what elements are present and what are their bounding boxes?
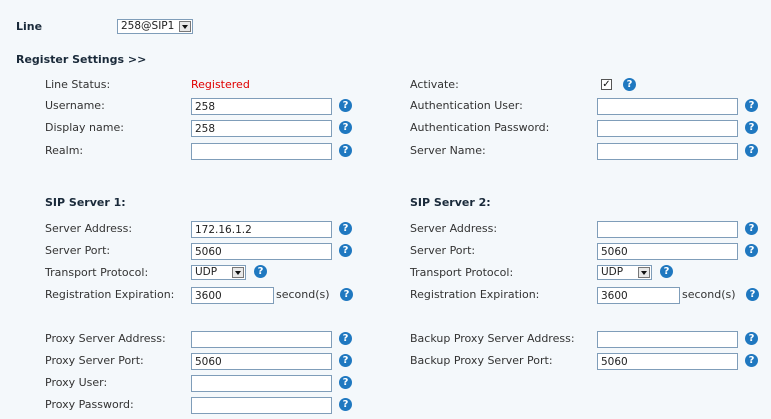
auth-password-label: Authentication Password:: [410, 121, 550, 134]
help-icon[interactable]: ?: [745, 121, 758, 134]
help-icon[interactable]: ?: [745, 244, 758, 257]
help-icon[interactable]: ?: [623, 78, 636, 91]
sip1-server-address-input[interactable]: [191, 221, 332, 238]
sip1-expiration-input[interactable]: [191, 287, 274, 304]
line-label: Line: [16, 20, 43, 33]
help-icon[interactable]: ?: [745, 222, 758, 235]
auth-user-label: Authentication User:: [410, 99, 523, 112]
proxy-address-label: Proxy Server Address:: [45, 332, 166, 345]
line-select-value: 258@SIP1: [121, 20, 175, 32]
sip1-server-port-label: Server Port:: [45, 244, 111, 257]
help-icon[interactable]: ?: [339, 99, 352, 112]
sip1-heading: SIP Server 1:: [45, 196, 126, 209]
register-settings-heading[interactable]: Register Settings >>: [16, 53, 146, 67]
sip2-expiration-label: Registration Expiration:: [410, 288, 540, 301]
help-icon[interactable]: ?: [340, 288, 353, 301]
help-icon[interactable]: ?: [339, 376, 352, 389]
help-icon[interactable]: ?: [746, 288, 759, 301]
realm-label: Realm:: [45, 144, 84, 157]
help-icon[interactable]: ?: [339, 121, 352, 134]
sip1-transport-select[interactable]: UDP: [191, 265, 246, 280]
sip2-expiration-unit: second(s): [682, 288, 736, 301]
help-icon[interactable]: ?: [745, 99, 758, 112]
auth-password-input[interactable]: [597, 120, 738, 137]
activate-checkbox[interactable]: ✓: [601, 79, 612, 90]
proxy-port-input[interactable]: [191, 353, 332, 370]
proxy-password-input[interactable]: [191, 397, 332, 414]
proxy-port-label: Proxy Server Port:: [45, 354, 144, 367]
help-icon[interactable]: ?: [745, 332, 758, 345]
proxy-password-label: Proxy Password:: [45, 398, 134, 411]
sip2-transport-label: Transport Protocol:: [410, 266, 514, 279]
proxy-address-input[interactable]: [191, 331, 332, 348]
line-select[interactable]: 258@SIP1: [117, 19, 193, 34]
sip1-transport-value: UDP: [195, 266, 218, 278]
sip2-heading: SIP Server 2:: [410, 196, 491, 209]
username-label: Username:: [45, 99, 105, 112]
realm-input[interactable]: [191, 143, 332, 160]
sip1-expiration-label: Registration Expiration:: [45, 288, 175, 301]
sip1-server-address-label: Server Address:: [45, 222, 133, 235]
help-icon[interactable]: ?: [339, 354, 352, 367]
sip2-transport-select[interactable]: UDP: [597, 265, 652, 280]
chevron-down-icon[interactable]: [638, 267, 650, 278]
help-icon[interactable]: ?: [339, 144, 352, 157]
sip1-server-port-input[interactable]: [191, 243, 332, 260]
server-name-input[interactable]: [597, 143, 738, 160]
display-name-input[interactable]: [191, 120, 332, 137]
help-icon[interactable]: ?: [339, 398, 352, 411]
proxy-user-label: Proxy User:: [45, 376, 108, 389]
backup-proxy-address-input[interactable]: [597, 331, 738, 348]
backup-proxy-port-input[interactable]: [597, 353, 738, 370]
sip1-transport-label: Transport Protocol:: [45, 266, 149, 279]
sip1-expiration-unit: second(s): [276, 288, 330, 301]
username-input[interactable]: [191, 98, 332, 115]
help-icon[interactable]: ?: [660, 265, 673, 278]
display-name-label: Display name:: [45, 121, 124, 134]
sip2-server-port-label: Server Port:: [410, 244, 476, 257]
sip2-server-address-label: Server Address:: [410, 222, 498, 235]
line-status-label: Line Status:: [45, 78, 111, 91]
chevron-down-icon[interactable]: [232, 267, 244, 278]
sip2-server-address-input[interactable]: [597, 221, 738, 238]
help-icon[interactable]: ?: [339, 244, 352, 257]
help-icon[interactable]: ?: [339, 332, 352, 345]
help-icon[interactable]: ?: [339, 222, 352, 235]
chevron-down-icon[interactable]: [179, 21, 191, 32]
auth-user-input[interactable]: [597, 98, 738, 115]
help-icon[interactable]: ?: [254, 265, 267, 278]
backup-proxy-port-label: Backup Proxy Server Port:: [410, 354, 553, 367]
help-icon[interactable]: ?: [745, 354, 758, 367]
server-name-label: Server Name:: [410, 144, 486, 157]
activate-label: Activate:: [410, 78, 459, 91]
sip2-expiration-input[interactable]: [597, 287, 680, 304]
sip2-transport-value: UDP: [601, 266, 624, 278]
help-icon[interactable]: ?: [745, 144, 758, 157]
sip2-server-port-input[interactable]: [597, 243, 738, 260]
backup-proxy-address-label: Backup Proxy Server Address:: [410, 332, 575, 345]
proxy-user-input[interactable]: [191, 375, 332, 392]
line-status-value: Registered: [191, 78, 250, 91]
